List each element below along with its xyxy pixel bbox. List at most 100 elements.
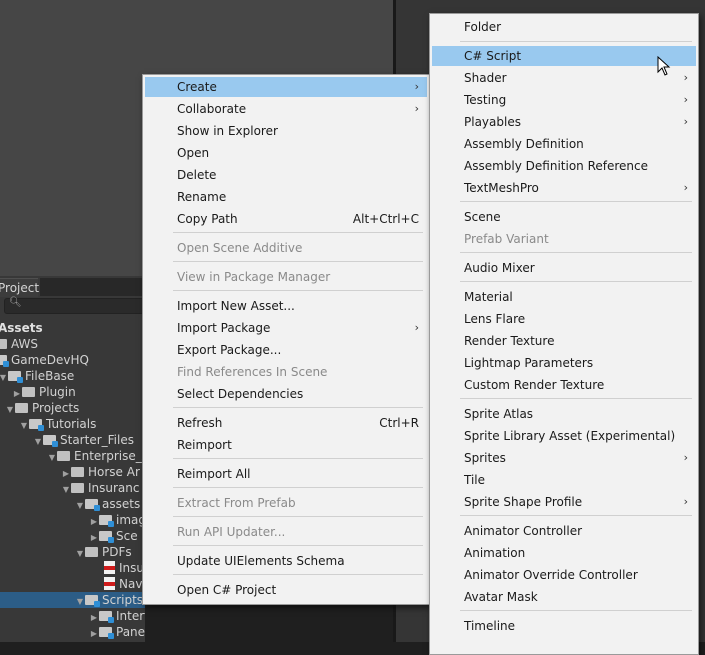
tree-item-label: Insu — [119, 561, 145, 575]
collapse-arrow-icon[interactable]: ▼ — [19, 418, 29, 434]
tree-item-pdf-insu[interactable]: Insu — [104, 560, 144, 576]
tree-item-assets-sub[interactable]: ▼ assets — [75, 496, 140, 512]
menu-item-custom-render-texture[interactable]: Custom Render Texture — [432, 375, 696, 395]
search-icon: 🔍︎ — [9, 297, 22, 308]
collapse-arrow-icon[interactable]: ▼ — [61, 482, 71, 498]
menu-item-lens-flare[interactable]: Lens Flare — [432, 309, 696, 329]
collapse-arrow-icon[interactable]: ▼ — [0, 370, 8, 386]
collapse-arrow-icon[interactable]: ▼ — [75, 498, 85, 514]
menu-item-import-package[interactable]: Import Package › — [145, 318, 427, 338]
menu-item-material[interactable]: Material — [432, 287, 696, 307]
menu-item-label: Lens Flare — [464, 312, 526, 326]
menu-item-open[interactable]: Open — [145, 143, 427, 163]
menu-item-scene[interactable]: Scene — [432, 207, 696, 227]
tree-item-scenes[interactable]: ▶ Sce — [89, 528, 138, 544]
menu-item-assembly-definition[interactable]: Assembly Definition — [432, 134, 696, 154]
menu-item-copy-path[interactable]: Copy Path Alt+Ctrl+C — [145, 209, 427, 229]
menu-item-label: Animator Override Controller — [464, 568, 638, 582]
search-input[interactable]: 🔍︎ — [4, 297, 145, 314]
tree-item-images[interactable]: ▶ imag — [89, 512, 145, 528]
menu-item-textmeshpro[interactable]: TextMeshPro › — [432, 178, 696, 198]
menu-separator — [173, 261, 423, 262]
menu-item-sprites[interactable]: Sprites › — [432, 448, 696, 468]
collapse-arrow-icon[interactable]: ▼ — [33, 434, 43, 450]
menu-item-assembly-definition-reference[interactable]: Assembly Definition Reference — [432, 156, 696, 176]
tab-project[interactable]: Project — [0, 278, 39, 297]
tree-item-plugin[interactable]: ▶ Plugin — [12, 384, 76, 400]
menu-item-audio-mixer[interactable]: Audio Mixer — [432, 258, 696, 278]
tree-item-tutorials[interactable]: ▼ Tutorials — [19, 416, 96, 432]
tree-item-pdf-nav[interactable]: Nav — [104, 576, 142, 592]
tree-item-label: Assets — [0, 321, 43, 335]
tree-item-starter-files[interactable]: ▼ Starter_Files — [33, 432, 134, 448]
tree-item-filebase[interactable]: ▼ FileBase — [0, 368, 74, 384]
menu-item-testing[interactable]: Testing › — [432, 90, 696, 110]
menu-item-tile[interactable]: Tile — [432, 470, 696, 490]
menu-item-update-uielements-schema[interactable]: Update UIElements Schema — [145, 551, 427, 571]
tree-item-label: Scripts — [102, 593, 144, 607]
tree-item-scripts[interactable]: ▼ Scripts — [0, 592, 145, 608]
chevron-right-icon: › — [683, 495, 688, 508]
tree-item-enterprise[interactable]: ▼ Enterprise_A — [47, 448, 145, 464]
collapse-arrow-icon[interactable]: ▼ — [5, 402, 15, 418]
tree-item-label: AWS — [11, 337, 39, 351]
menu-item-playables[interactable]: Playables › — [432, 112, 696, 132]
menu-item-label: Reimport — [177, 438, 232, 452]
tree-item-gamedevhq[interactable]: GameDevHQ — [0, 352, 89, 368]
menu-item-animator-controller[interactable]: Animator Controller — [432, 521, 696, 541]
menu-item-folder[interactable]: Folder — [432, 17, 696, 37]
chevron-right-icon: › — [683, 71, 688, 84]
menu-item-rename[interactable]: Rename — [145, 187, 427, 207]
menu-item-collaborate[interactable]: Collaborate › — [145, 99, 427, 119]
tree-item-assets[interactable]: Assets — [0, 320, 43, 336]
menu-separator — [173, 458, 423, 459]
menu-item-reimport[interactable]: Reimport — [145, 435, 427, 455]
menu-item-label: Refresh — [177, 416, 223, 430]
menu-separator — [173, 232, 423, 233]
tree-item-aws[interactable]: AWS — [0, 336, 38, 352]
menu-item-label: Playables — [464, 115, 521, 129]
tree-item-projects[interactable]: ▼ Projects — [5, 400, 79, 416]
menu-item-sprite-atlas[interactable]: Sprite Atlas — [432, 404, 696, 424]
tree-item-insurance[interactable]: ▼ Insuranc — [61, 480, 140, 496]
menu-item-label: Select Dependencies — [177, 387, 304, 401]
menu-item-label: Sprite Atlas — [464, 407, 534, 421]
menu-item-export-package[interactable]: Export Package... — [145, 340, 427, 360]
menu-item-refresh[interactable]: Refresh Ctrl+R — [145, 413, 427, 433]
menu-item-avatar-mask[interactable]: Avatar Mask — [432, 587, 696, 607]
menu-item-select-dependencies[interactable]: Select Dependencies — [145, 384, 427, 404]
menu-item-animation[interactable]: Animation — [432, 543, 696, 563]
menu-item-animator-override-controller[interactable]: Animator Override Controller — [432, 565, 696, 585]
menu-item-render-texture[interactable]: Render Texture — [432, 331, 696, 351]
menu-item-label: Import Package — [177, 321, 271, 335]
expand-arrow-icon[interactable]: ▶ — [89, 626, 99, 642]
menu-shortcut: Ctrl+R — [379, 416, 419, 430]
menu-item-timeline[interactable]: Timeline — [432, 616, 696, 636]
menu-item-create[interactable]: Create › — [145, 77, 427, 97]
menu-separator — [460, 252, 692, 253]
menu-item-import-new-asset[interactable]: Import New Asset... — [145, 296, 427, 316]
tree-item-horse[interactable]: ▶ Horse Ar — [61, 464, 140, 480]
tree-item-interface[interactable]: ▶Interface — [89, 608, 145, 624]
menu-item-sprite-shape-profile[interactable]: Sprite Shape Profile › — [432, 492, 696, 512]
menu-separator — [460, 398, 692, 399]
tree-item-pdfs[interactable]: ▼ PDFs — [75, 544, 132, 560]
collapse-arrow-icon[interactable]: ▼ — [75, 594, 85, 610]
menu-item-lightmap-parameters[interactable]: Lightmap Parameters — [432, 353, 696, 373]
menu-item-show-in-explorer[interactable]: Show in Explorer — [145, 121, 427, 141]
menu-item-label: Audio Mixer — [464, 261, 535, 275]
tree-item-label: Panels — [116, 625, 145, 639]
collapse-arrow-icon[interactable]: ▼ — [47, 450, 57, 466]
menu-item-delete[interactable]: Delete — [145, 165, 427, 185]
menu-item-reimport-all[interactable]: Reimport All — [145, 464, 427, 484]
chevron-right-icon: › — [414, 321, 419, 334]
tree-item-panels[interactable]: ▶ Panels — [89, 624, 145, 640]
menu-item-label: Animator Controller — [464, 524, 583, 538]
folder-icon — [99, 627, 114, 639]
menu-item-open-csharp-project[interactable]: Open C# Project — [145, 580, 427, 600]
menu-item-sprite-library-asset[interactable]: Sprite Library Asset (Experimental) — [432, 426, 696, 446]
collapse-arrow-icon[interactable]: ▼ — [75, 546, 85, 562]
tree-item-label: Projects — [32, 401, 80, 415]
menu-item-label: Sprite Library Asset (Experimental) — [464, 429, 676, 443]
menu-item-run-api-updater: Run API Updater... — [145, 522, 427, 542]
